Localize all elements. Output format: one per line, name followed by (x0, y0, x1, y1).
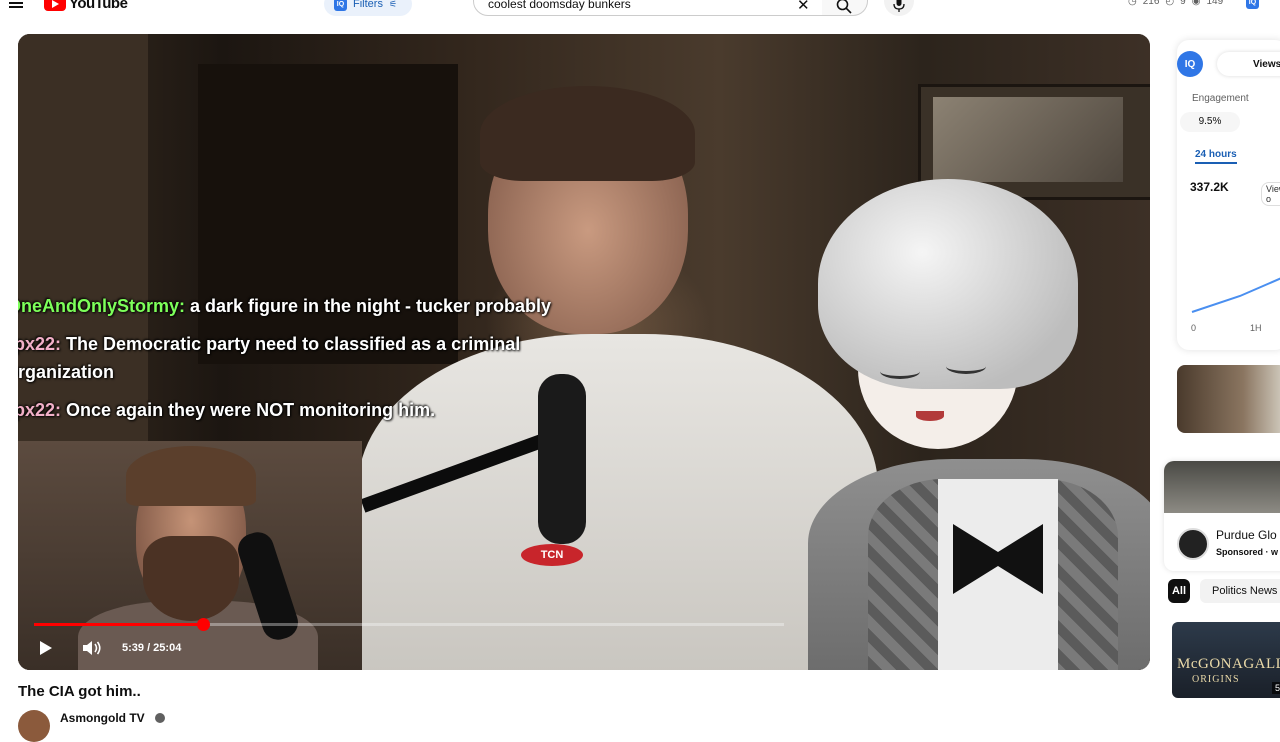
logo-text: YouTube (69, 0, 128, 12)
search-query: coolest doomsday bunkers (488, 0, 631, 11)
filters-label: Filters (353, 0, 383, 10)
chip-politics-news[interactable]: Politics News (1200, 579, 1280, 603)
axis-label-0: 0 (1191, 323, 1197, 333)
player-controls: 5:39 / 25:04 (30, 634, 181, 662)
avatar-eye-left (880, 364, 920, 379)
stat-1: 216 (1142, 0, 1160, 7)
iq-logo-icon[interactable]: IQ (1177, 51, 1203, 77)
views-sparkline (1191, 277, 1280, 313)
video-thumbnail[interactable] (1177, 365, 1280, 433)
stat-2: 9 (1180, 0, 1186, 7)
play-icon (40, 641, 52, 655)
streamer-hair (126, 446, 256, 506)
chat-message: rpx22: Once again they were NOT monitori… (18, 396, 607, 424)
views-count: 337.2K (1190, 180, 1229, 194)
engagement-value: 9.5% (1180, 112, 1240, 132)
play-button[interactable] (30, 634, 62, 662)
menu-icon[interactable] (9, 0, 23, 8)
ad-banner (1164, 461, 1280, 513)
views-toggle-label: Views (1253, 58, 1280, 70)
ad-name: Purdue Glo (1216, 528, 1277, 542)
right-sidebar: IQ Views Engagement 9.5% 24 hours 337.2K… (1164, 40, 1280, 720)
channel-name[interactable]: Asmongold TV (60, 711, 145, 725)
thumbnail-badge: 53 (1271, 682, 1280, 694)
chat-text: The Democratic party need to classified … (18, 334, 521, 382)
stat-3: 149 (1206, 0, 1224, 7)
video-player[interactable]: TCN OneAndOnlyStormy: a dark figure in t… (18, 34, 1150, 670)
voice-search-button[interactable] (884, 0, 914, 16)
avatar-mouth (916, 411, 944, 421)
analytics-panel: IQ Views Engagement 9.5% 24 hours 337.2K… (1177, 40, 1280, 350)
avatar-hair (818, 179, 1078, 389)
ad-logo (1177, 528, 1209, 560)
chat-text: Once again they were NOT monitoring him. (61, 400, 436, 420)
chat-username: rpx22: (18, 400, 62, 420)
vtuber-avatar (788, 179, 1150, 670)
volume-button[interactable] (76, 634, 108, 662)
youtube-logo-icon (44, 0, 66, 11)
progress-bar[interactable] (34, 618, 784, 631)
sliders-icon: ⚟ (388, 0, 398, 9)
video-title: The CIA got him.. (18, 683, 141, 700)
filters-button[interactable]: IQ Filters ⚟ (324, 0, 412, 16)
engagement-label: Engagement (1192, 93, 1249, 104)
chat-text: a dark figure in the night - tucker prob… (185, 296, 552, 316)
youtube-logo[interactable]: YouTube (44, 0, 128, 12)
views-toggle[interactable]: Views (1217, 52, 1280, 76)
iq-icon: IQ (334, 0, 347, 11)
eye-icon: ◉ (1191, 0, 1201, 7)
tcn-logo: TCN (521, 544, 583, 566)
tab-24-hours[interactable]: 24 hours (1195, 149, 1237, 164)
check-icon: ◴ (1165, 0, 1175, 7)
verified-icon (155, 713, 165, 723)
progress-fill (34, 623, 204, 626)
thumbnail-title: McGONAGALL (1177, 656, 1280, 672)
chip-all[interactable]: All (1168, 579, 1190, 603)
video-thumbnail[interactable]: McGONAGALL ORIGINS 53 (1172, 622, 1280, 698)
sponsored-ad[interactable]: Purdue Glo Sponsored · w (1164, 461, 1280, 571)
chat-username: rpx22: (18, 334, 62, 354)
avatar-eye-right (946, 359, 986, 374)
host-hair (480, 86, 695, 181)
chat-overlay: OneAndOnlyStormy: a dark figure in the n… (18, 292, 607, 434)
views-label: Views o (1261, 182, 1280, 206)
chat-message: rpx22: The Democratic party need to clas… (18, 330, 607, 386)
top-bar: YouTube IQ Filters ⚟ coolest doomsday bu… (0, 0, 1280, 16)
volume-icon (83, 641, 101, 655)
streamer-beard (143, 536, 239, 621)
search-input[interactable]: coolest doomsday bunkers (473, 0, 823, 16)
channel-avatar[interactable] (18, 710, 50, 742)
sponsored-label: Sponsored · w (1216, 547, 1279, 557)
search-button[interactable] (822, 0, 868, 16)
chat-username: OneAndOnlyStormy: (18, 296, 186, 316)
microphone-icon (893, 0, 905, 12)
time-display: 5:39 / 25:04 (122, 642, 182, 654)
clock-icon: ◷ (1128, 0, 1137, 7)
chat-message: OneAndOnlyStormy: a dark figure in the n… (18, 292, 607, 320)
axis-label-1h: 1H (1250, 323, 1262, 333)
search-icon (836, 0, 852, 14)
iq-extension-icon[interactable]: IQ (1246, 0, 1259, 9)
clear-search-icon[interactable]: ✕ (797, 0, 810, 14)
stats-readout: ◷ 216 ◴ 9 ◉ 149 (1128, 0, 1223, 7)
thumbnail-subtitle: ORIGINS (1192, 674, 1240, 685)
